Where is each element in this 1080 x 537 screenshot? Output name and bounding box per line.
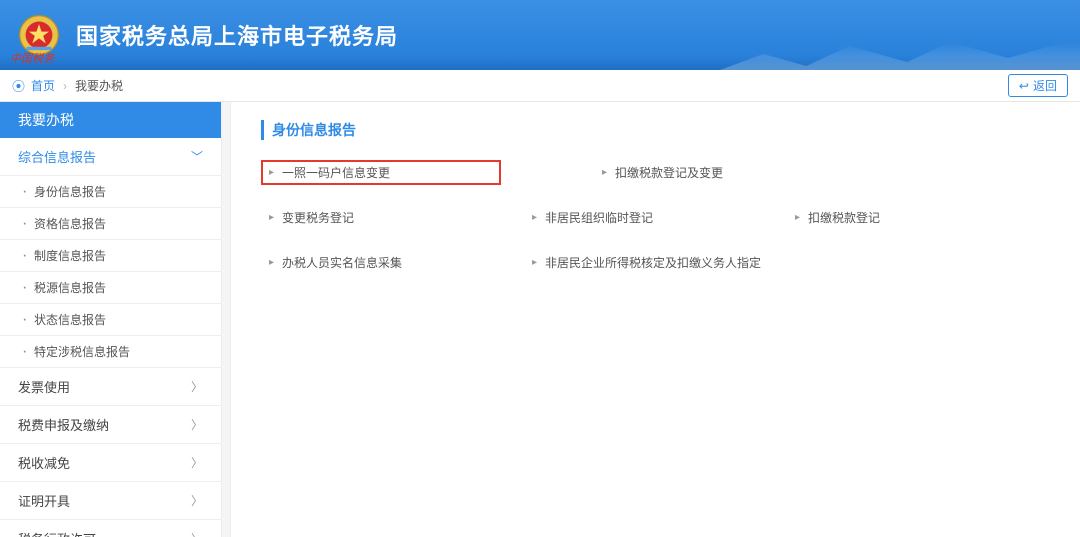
link-item-highlighted[interactable]: ▸ 一照一码户信息变更 [261, 160, 501, 185]
chevron-right-icon: 〉 [191, 416, 203, 433]
sidebar-item-label: 税源信息报告 [34, 279, 106, 296]
bullet-icon: ▸ [532, 257, 537, 268]
sidebar-item-label: 资格信息报告 [34, 215, 106, 232]
sidebar-item-label: 发票使用 [18, 377, 70, 396]
content-panel: 身份信息报告 ▸ 一照一码户信息变更 ▸ 扣缴税款登记及变更 ▸ 变更税务登记 … [230, 102, 1080, 537]
bullet-icon: ▸ [269, 167, 274, 178]
app-header: 国家税务总局上海市电子税务局 中国税务 [0, 0, 1080, 70]
sidebar-item-label: 身份信息报告 [34, 183, 106, 200]
sidebar-sub-item[interactable]: 制度信息报告 [0, 240, 221, 272]
breadcrumb-home[interactable]: 首页 [31, 77, 55, 94]
sidebar-category[interactable]: 发票使用 〉 [0, 368, 221, 406]
links-grid: ▸ 一照一码户信息变更 ▸ 扣缴税款登记及变更 ▸ 变更税务登记 ▸ 非居民组织… [261, 160, 1050, 275]
sidebar-category[interactable]: 税务行政许可 〉 [0, 520, 221, 537]
link-label: 办税人员实名信息采集 [282, 254, 402, 271]
sidebar-sub-item[interactable]: 税源信息报告 [0, 272, 221, 304]
location-icon: ⦿ [12, 76, 25, 95]
link-label: 非居民组织临时登记 [545, 209, 653, 226]
breadcrumb: ⦿ 首页 › 我要办税 [12, 76, 123, 95]
sidebar-item-label: 特定涉税信息报告 [34, 343, 130, 360]
header-title: 国家税务总局上海市电子税务局 [76, 19, 398, 51]
bullet-icon: ▸ [602, 167, 607, 178]
breadcrumb-bar: ⦿ 首页 › 我要办税 ↩ 返回 [0, 70, 1080, 102]
link-label: 扣缴税款登记及变更 [615, 164, 723, 181]
link-item[interactable]: ▸ 扣缴税款登记 [787, 205, 1050, 230]
sidebar-category[interactable]: 税费申报及缴纳 〉 [0, 406, 221, 444]
sidebar-header: 我要办税 [0, 102, 221, 138]
sidebar-item-label: 状态信息报告 [34, 311, 106, 328]
link-item[interactable]: ▸ 扣缴税款登记及变更 [594, 160, 857, 185]
sidebar-item-label: 证明开具 [18, 491, 70, 510]
bullet-icon: ▸ [795, 212, 800, 223]
chevron-right-icon: 〉 [191, 378, 203, 395]
link-item[interactable]: ▸ 非居民组织临时登记 [524, 205, 787, 230]
breadcrumb-current: 我要办税 [75, 77, 123, 94]
sidebar-category[interactable]: 税收减免 〉 [0, 444, 221, 482]
sidebar-sub-item[interactable]: 特定涉税信息报告 [0, 336, 221, 368]
return-icon: ↩ [1019, 79, 1029, 93]
breadcrumb-separator: › [63, 79, 67, 93]
link-item[interactable]: ▸ 办税人员实名信息采集 [261, 250, 524, 275]
link-label: 一照一码户信息变更 [282, 164, 390, 181]
bullet-icon: ▸ [269, 257, 274, 268]
sidebar-item-label: 制度信息报告 [34, 247, 106, 264]
sidebar-category[interactable]: 证明开具 〉 [0, 482, 221, 520]
link-label: 扣缴税款登记 [808, 209, 880, 226]
bullet-icon: ▸ [532, 212, 537, 223]
sidebar-sub-item[interactable]: 资格信息报告 [0, 208, 221, 240]
chevron-right-icon: 〉 [191, 530, 203, 537]
link-label: 非居民企业所得税核定及扣缴义务人指定 [545, 254, 761, 271]
chevron-down-icon: ﹀ [191, 148, 203, 165]
back-button-label: 返回 [1033, 77, 1057, 94]
main-layout: 我要办税 综合信息报告 ﹀ 身份信息报告 资格信息报告 制度信息报告 税源信息报… [0, 102, 1080, 537]
sidebar-sub-item[interactable]: 状态信息报告 [0, 304, 221, 336]
link-label: 变更税务登记 [282, 209, 354, 226]
header-slogan: 中国税务 [10, 50, 54, 66]
back-button[interactable]: ↩ 返回 [1008, 74, 1068, 97]
sidebar-item-label: 税费申报及缴纳 [18, 415, 109, 434]
chevron-right-icon: 〉 [191, 454, 203, 471]
link-item[interactable]: ▸ 非居民企业所得税核定及扣缴义务人指定 [524, 250, 1045, 275]
bullet-icon: ▸ [269, 212, 274, 223]
sidebar-sub-item[interactable]: 身份信息报告 [0, 176, 221, 208]
sidebar-item-label: 税收减免 [18, 453, 70, 472]
sidebar: 我要办税 综合信息报告 ﹀ 身份信息报告 资格信息报告 制度信息报告 税源信息报… [0, 102, 222, 537]
section-title: 身份信息报告 [261, 120, 1050, 140]
sidebar-category-label: 综合信息报告 [18, 147, 96, 166]
sidebar-category-active[interactable]: 综合信息报告 ﹀ [0, 138, 221, 176]
chevron-right-icon: 〉 [191, 492, 203, 509]
link-item[interactable]: ▸ 变更税务登记 [261, 205, 524, 230]
sidebar-item-label: 税务行政许可 [18, 529, 96, 537]
